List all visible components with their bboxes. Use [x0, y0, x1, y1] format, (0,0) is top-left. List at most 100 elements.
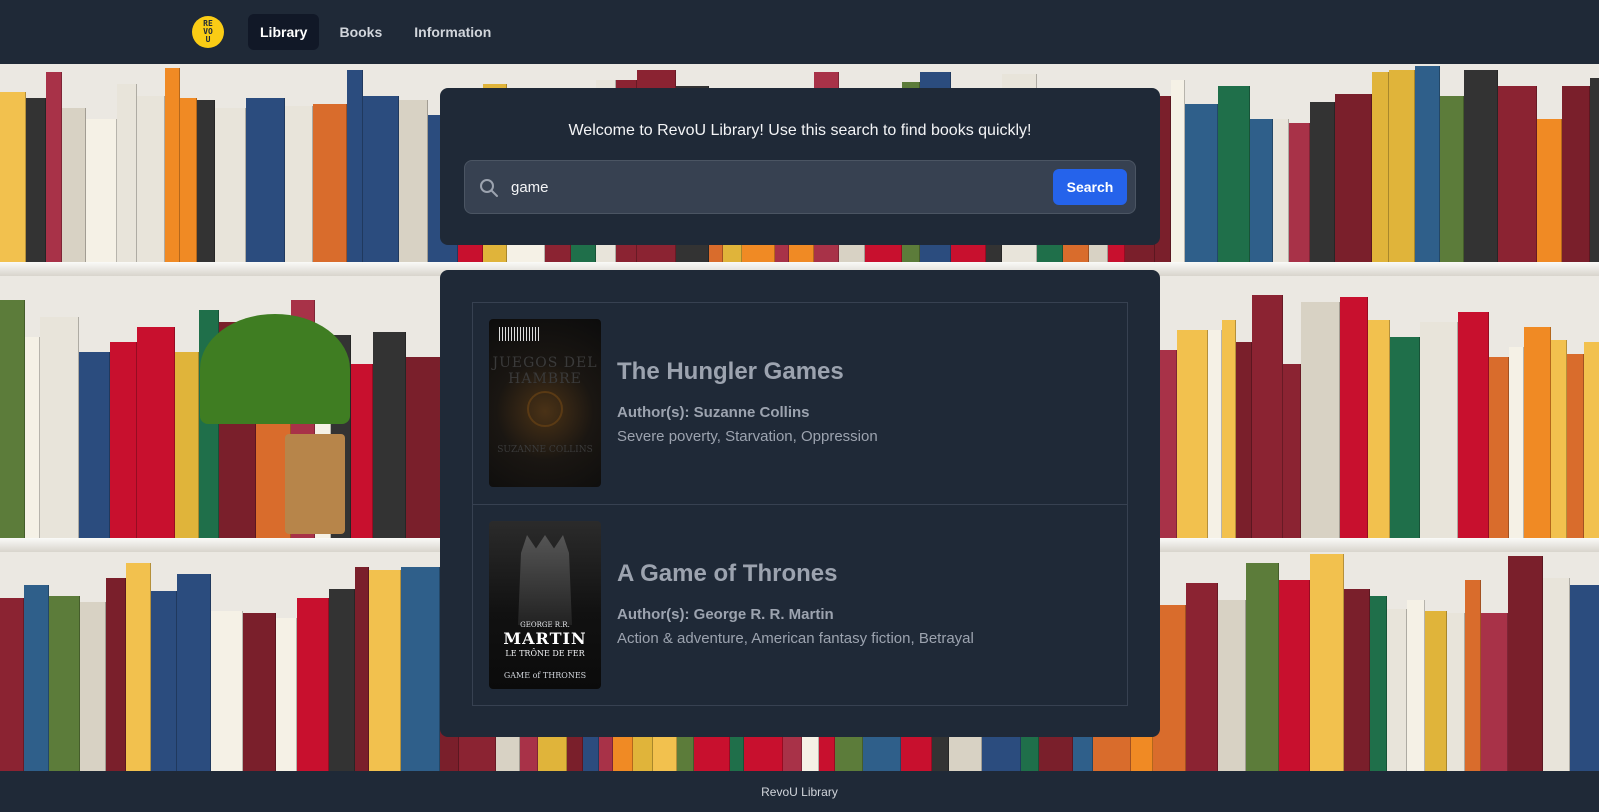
book-spine — [406, 356, 443, 538]
book-spine — [1246, 562, 1279, 771]
book-spine — [1370, 595, 1387, 771]
book-spine — [1440, 95, 1464, 262]
mockingjay-emblem — [527, 391, 563, 427]
book-spine — [1465, 580, 1481, 771]
book-author: Author(s): George R. R. Martin — [617, 606, 834, 623]
author-label: Author(s): — [617, 606, 690, 623]
revou-logo[interactable]: RE VO U — [192, 16, 224, 48]
cover-author-text: SUZANNE COLLINS — [497, 445, 593, 455]
book-spine — [1368, 319, 1390, 538]
book-spine — [0, 299, 25, 538]
results-list: JUEGOS DEL HAMBRE SUZANNE COLLINS The Hu… — [472, 302, 1128, 706]
book-title[interactable]: A Game of Thrones — [617, 560, 837, 588]
book-spine — [1218, 85, 1250, 262]
nav-link-books[interactable]: Books — [327, 14, 394, 50]
book-cover-image: GEORGE R.R. MARTIN LE TRÔNE DE FER GAME … — [489, 521, 601, 689]
results-panel: JUEGOS DEL HAMBRE SUZANNE COLLINS The Hu… — [440, 270, 1160, 737]
book-spine — [1171, 79, 1185, 262]
book-spine — [363, 95, 399, 262]
book-spine — [1344, 589, 1370, 771]
book-spine — [1208, 329, 1222, 538]
author-name: Suzanne Collins — [693, 404, 810, 421]
cover-title-text: LE TRÔNE DE FER — [505, 649, 585, 658]
book-subjects: Severe poverty, Starvation, Oppression — [617, 428, 878, 445]
footer: RevoU Library — [0, 771, 1599, 812]
nav-link-library[interactable]: Library — [248, 14, 320, 50]
book-spine — [355, 567, 369, 771]
book-spine — [1177, 329, 1208, 538]
book-spine — [165, 67, 180, 262]
book-spine — [1236, 342, 1252, 538]
book-spine — [1289, 123, 1310, 262]
book-spine — [215, 107, 246, 262]
author-label: Author(s): — [617, 404, 690, 421]
book-spine — [313, 103, 347, 262]
book-card[interactable]: JUEGOS DEL HAMBRE SUZANNE COLLINS The Hu… — [473, 303, 1127, 504]
book-spine — [177, 573, 211, 771]
book-spine — [1464, 69, 1498, 262]
book-spine — [0, 598, 24, 771]
book-spine — [1567, 354, 1584, 538]
barcode-sticker — [499, 327, 539, 341]
cover-author-text: MARTIN — [503, 629, 587, 648]
book-spine — [243, 613, 276, 771]
plant-pot — [285, 434, 345, 534]
welcome-text: Welcome to RevoU Library! Use this searc… — [568, 122, 1032, 139]
cover-series-logo: GAME of THRONES — [503, 671, 587, 680]
book-spine — [25, 337, 40, 538]
search-button[interactable]: Search — [1053, 169, 1127, 205]
cover-author-first-text: GEORGE R.R. — [520, 621, 570, 629]
book-spine — [1524, 327, 1551, 538]
book-spine — [49, 595, 80, 771]
book-spine — [1537, 119, 1562, 262]
book-spine — [1420, 322, 1458, 538]
book-spine — [1310, 554, 1344, 771]
book-spine — [1508, 556, 1543, 771]
book-spine — [1425, 611, 1447, 771]
book-spine — [80, 602, 106, 771]
book-spine — [1489, 356, 1509, 538]
book-spine — [297, 598, 329, 771]
book-spine — [79, 352, 110, 538]
book-spine — [1301, 302, 1340, 538]
book-spine — [0, 91, 26, 262]
search-input[interactable] — [511, 171, 1031, 203]
book-spine — [1273, 119, 1289, 262]
book-spine — [1389, 69, 1415, 262]
book-card[interactable]: GEORGE R.R. MARTIN LE TRÔNE DE FER GAME … — [473, 504, 1127, 705]
book-spine — [86, 119, 117, 262]
book-spine — [1509, 347, 1524, 538]
book-spine — [329, 589, 355, 771]
book-spine — [373, 332, 406, 538]
book-spine — [1340, 297, 1368, 538]
book-spine — [1415, 65, 1440, 262]
book-spine — [246, 97, 285, 262]
book-spine — [106, 578, 126, 771]
book-spine — [1185, 103, 1218, 262]
book-spine — [1250, 119, 1273, 262]
book-spine — [1279, 580, 1310, 771]
book-spine — [175, 352, 199, 538]
nav-link-information[interactable]: Information — [402, 14, 503, 50]
footer-text: RevoU Library — [761, 784, 838, 799]
book-spine — [399, 99, 428, 262]
iron-throne-illustration — [518, 535, 572, 625]
book-spine — [26, 97, 46, 262]
book-spine — [1458, 312, 1489, 538]
book-spine — [1387, 608, 1407, 771]
book-spine — [110, 342, 137, 538]
plant-leaves — [200, 314, 350, 424]
book-spine — [276, 617, 297, 771]
book-spine — [1584, 342, 1599, 538]
book-spine — [1218, 600, 1246, 771]
book-spine — [211, 611, 243, 771]
book-spine — [1390, 337, 1420, 538]
book-spine — [1252, 294, 1283, 538]
book-spine — [369, 569, 401, 771]
book-title[interactable]: The Hungler Games — [617, 358, 844, 386]
book-spine — [1407, 600, 1425, 771]
search-box: Search — [464, 160, 1136, 214]
book-spine — [62, 107, 86, 262]
search-panel: Welcome to RevoU Library! Use this searc… — [440, 88, 1160, 245]
book-spine — [117, 83, 137, 262]
